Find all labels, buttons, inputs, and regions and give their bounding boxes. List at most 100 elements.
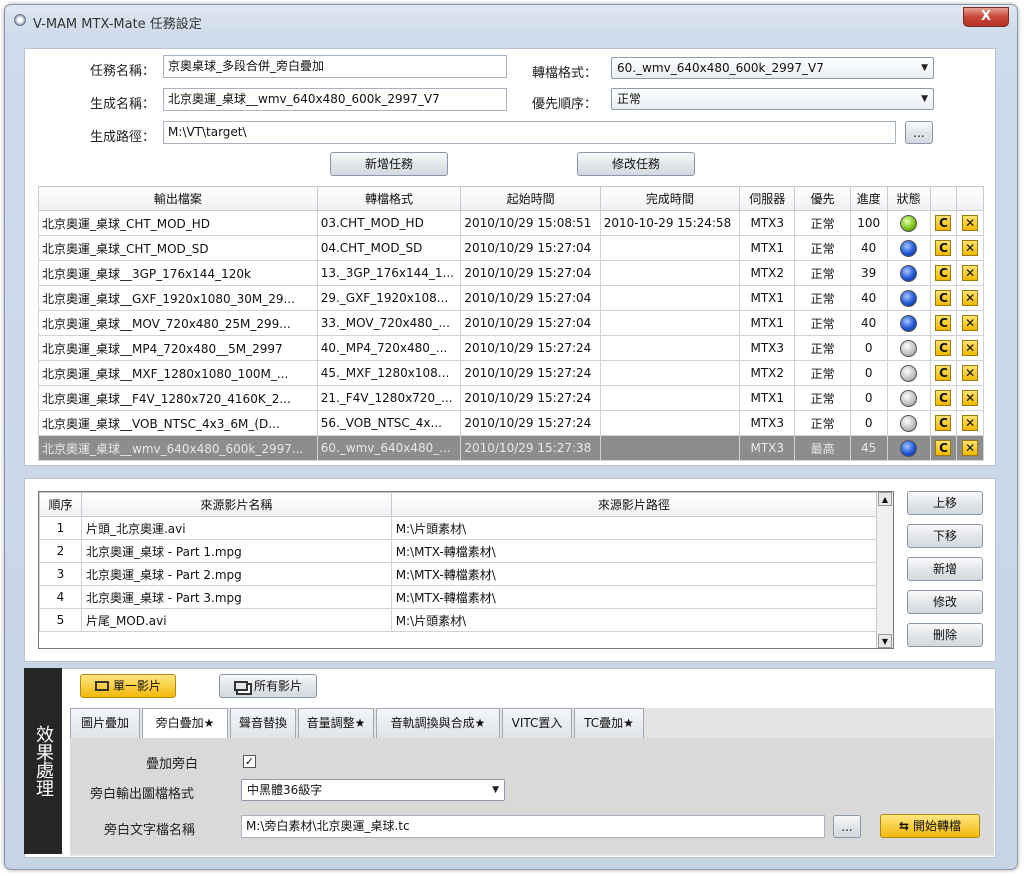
source-name-cell: 北京奧運_桌球 - Part 1.mpg [80,539,392,563]
scroll-up-icon[interactable]: ▲ [878,492,892,506]
table-row[interactable]: 4 北京奧運_桌球 - Part 3.mpg M:\MTX-轉檔素材\ [39,585,878,609]
status-blue-icon [900,264,918,282]
effects-tab-5[interactable]: VITC置入 [502,708,572,738]
job-priority-cell: 正常 [794,360,851,386]
retry-icon[interactable]: C [935,265,952,281]
overlay-narration-checkbox[interactable]: ✓ [243,755,256,768]
retry-icon[interactable]: C [935,290,952,306]
job-retry-cell: C [929,335,958,361]
delete-icon[interactable]: ✕ [962,215,979,231]
retry-icon[interactable]: C [935,240,952,256]
table-row[interactable]: 3 北京奧運_桌球 - Part 2.mpg M:\MTX-轉檔素材\ [39,562,878,586]
jobs-header-progress[interactable]: 進度 [849,186,888,211]
delete-icon[interactable]: ✕ [962,340,979,356]
priority-label: 優先順序： [532,97,598,112]
delete-icon[interactable]: ✕ [962,240,979,256]
output-path-browse-button[interactable]: ... [905,121,933,144]
effects-tab-4[interactable]: 音軌調換與合成★ [376,708,500,738]
jobs-header-priority[interactable]: 優先 [794,186,851,211]
delete-icon[interactable]: ✕ [962,265,979,281]
move-down-button[interactable]: 下移 [907,524,983,548]
app-icon [14,14,26,26]
retry-icon[interactable]: C [935,215,952,231]
table-row[interactable]: 北京奧運_桌球__VOB_NTSC_4x3_6M_(D... 56._VOB_NT… [38,410,984,436]
table-row[interactable]: 北京奧運_桌球__3GP_176x144_120k 13._3GP_176x144… [38,260,984,286]
table-row[interactable]: 北京奧運_桌球_CHT_MOD_SD 04.CHT_MOD_SD 2010/10/2… [38,235,984,261]
modify-task-button[interactable]: 修改任務 [577,152,695,176]
sources-header-order[interactable]: 順序 [39,492,82,517]
table-row[interactable]: 5 片尾_MOD.avi M:\片頭素材\ [39,608,878,632]
table-row[interactable]: 北京奧運_桌球__GXF_1920x1080_30M_29... 29._GXF_… [38,285,984,311]
effects-tab-3[interactable]: 音量調整★ [298,708,374,738]
modify-source-button[interactable]: 修改 [907,590,983,614]
sources-header-path[interactable]: 來源影片路徑 [390,492,878,517]
job-retry-cell: C [929,210,958,236]
all-videos-label: 所有影片 [253,679,302,693]
job-status-cell [886,310,931,336]
format-select-value: 60._wmv_640x480_600k_2997_V7 [617,61,824,75]
delete-icon[interactable]: ✕ [962,365,979,381]
table-row[interactable]: 2 北京奧運_桌球 - Part 1.mpg M:\MTX-轉檔素材\ [39,539,878,563]
retry-icon[interactable]: C [935,390,952,406]
effects-tab-0[interactable]: 圖片疊加 [70,708,140,738]
move-up-button[interactable]: 上移 [907,491,983,515]
job-format-cell: 45._MXF_1280x108... [316,360,462,386]
add-source-button[interactable]: 新增 [907,557,983,581]
job-start-cell: 2010/10/29 15:27:24 [460,360,601,386]
job-retry-cell: C [929,435,958,461]
title-bar: V-MAM MTX-Mate 任務設定 X [5,5,1017,35]
delete-icon[interactable]: ✕ [962,390,979,406]
retry-icon[interactable]: C [935,415,952,431]
table-row[interactable]: 北京奧運_桌球__MOV_720x480_25M_299... 33._MOV_7… [38,310,984,336]
jobs-header-format[interactable]: 轉檔格式 [316,186,462,211]
delete-icon[interactable]: ✕ [962,415,979,431]
job-status-cell [886,210,931,236]
jobs-header-server[interactable]: 伺服器 [739,186,796,211]
single-video-button[interactable]: 單一影片 [80,674,176,698]
job-progress-cell: 100 [849,210,888,236]
sources-scrollbar[interactable]: ▲ ▼ [876,492,893,648]
source-order-cell: 5 [39,608,82,632]
job-file-cell: 北京奧運_桌球__VOB_NTSC_4x3_6M_(D... [38,410,318,436]
effects-tab-1[interactable]: 旁白疊加★ [142,708,228,739]
delete-source-button[interactable]: 刪除 [907,623,983,647]
priority-select[interactable]: 正常 ▼ [611,88,934,110]
job-file-cell: 北京奧運_桌球__MOV_720x480_25M_299... [38,310,318,336]
retry-icon[interactable]: C [935,365,952,381]
output-name-field[interactable]: 北京奧運_桌球__wmv_640x480_600k_2997_V7 [163,88,507,111]
jobs-header-start[interactable]: 起始時間 [460,186,601,211]
narration-format-select[interactable]: 中黑體36級字 ▼ [241,779,505,801]
retry-icon[interactable]: C [935,340,952,356]
all-videos-button[interactable]: 所有影片 [219,674,317,698]
narration-file-browse-button[interactable]: ... [833,815,861,838]
table-row[interactable]: 1 片頭_北京奧運.avi M:\片頭素材\ [39,516,878,540]
output-path-field[interactable]: M:\VT\target\ [163,121,896,144]
close-button[interactable]: X [963,7,1009,27]
effects-tab-2[interactable]: 聲音替換 [230,708,296,738]
table-row[interactable]: 北京奧運_桌球__wmv_640x480_600k_2997... 60._wmv… [38,435,984,461]
narration-file-field[interactable]: M:\旁白素材\北京奧運_桌球.tc [241,815,825,838]
start-transcode-button[interactable]: ⇆ 開始轉檔 [880,814,980,838]
task-name-field[interactable]: 京奧桌球_多段合併_旁白疊加 [163,55,507,78]
job-status-cell [886,335,931,361]
add-task-button[interactable]: 新增任務 [330,152,448,176]
table-row[interactable]: 北京奧運_桌球__MP4_720x480__5M_2997 40._MP4_720… [38,335,984,361]
delete-icon[interactable]: ✕ [962,440,979,456]
job-server-cell: MTX3 [739,335,796,361]
jobs-header-status[interactable]: 狀態 [886,186,931,211]
retry-icon[interactable]: C [935,440,952,456]
status-gray-icon [900,339,918,357]
delete-icon[interactable]: ✕ [962,315,979,331]
sources-header-name[interactable]: 來源影片名稱 [80,492,392,517]
table-row[interactable]: 北京奧運_桌球__F4V_1280x720_4160K_2... 21._F4V_… [38,385,984,411]
retry-icon[interactable]: C [935,315,952,331]
jobs-header-file[interactable]: 輸出檔案 [38,186,318,211]
effects-tab-6[interactable]: TC疊加★ [574,708,644,738]
table-row[interactable]: 北京奧運_桌球__MXF_1280x1080_100M_... 45._MXF_1… [38,360,984,386]
scroll-down-icon[interactable]: ▼ [878,634,892,648]
job-start-cell: 2010/10/29 15:27:38 [460,435,601,461]
delete-icon[interactable]: ✕ [962,290,979,306]
jobs-header-end[interactable]: 完成時間 [599,186,741,211]
format-select[interactable]: 60._wmv_640x480_600k_2997_V7 ▼ [611,57,934,79]
table-row[interactable]: 北京奧運_桌球_CHT_MOD_HD 03.CHT_MOD_HD 2010/10/2… [38,210,984,236]
